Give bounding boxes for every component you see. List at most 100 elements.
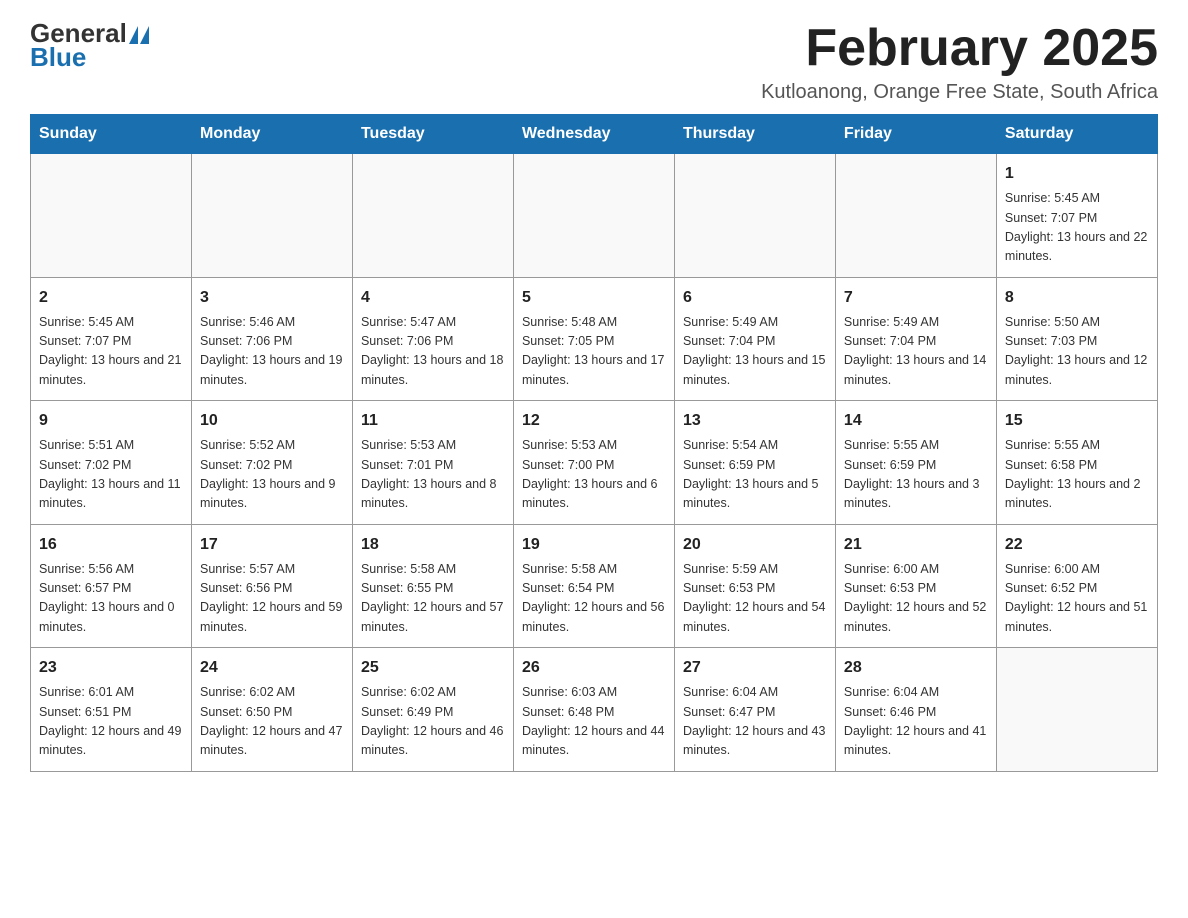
day-number: 16: [39, 533, 183, 557]
calendar-cell: 12 Sunrise: 5:53 AMSunset: 7:00 PMDayligh…: [513, 401, 674, 525]
day-info: Sunrise: 5:45 AMSunset: 7:07 PMDaylight:…: [39, 313, 183, 391]
calendar-body: 1 Sunrise: 5:45 AMSunset: 7:07 PMDaylight…: [31, 154, 1158, 772]
calendar-header: Sunday Monday Tuesday Wednesday Thursday…: [31, 115, 1158, 154]
day-info: Sunrise: 6:03 AMSunset: 6:48 PMDaylight:…: [522, 683, 666, 761]
month-title: February 2025: [761, 20, 1158, 77]
day-info: Sunrise: 6:02 AMSunset: 6:49 PMDaylight:…: [361, 683, 505, 761]
day-info: Sunrise: 5:58 AMSunset: 6:55 PMDaylight:…: [361, 560, 505, 638]
calendar-cell: 28 Sunrise: 6:04 AMSunset: 6:46 PMDayligh…: [835, 648, 996, 772]
calendar-cell: 24Sunrise: 6:02 AMSunset: 6:50 PMDayligh…: [191, 648, 352, 772]
calendar-cell: [996, 648, 1157, 772]
day-info: Sunrise: 5:57 AMSunset: 6:56 PMDaylight:…: [200, 560, 344, 638]
title-area: February 2025 Kutloanong, Orange Free St…: [761, 20, 1158, 104]
calendar-cell: 27 Sunrise: 6:04 AMSunset: 6:47 PMDayligh…: [674, 648, 835, 772]
day-info: Sunrise: 6:04 AMSunset: 6:47 PMDaylight:…: [683, 683, 827, 761]
day-info: Sunrise: 5:47 AMSunset: 7:06 PMDaylight:…: [361, 313, 505, 391]
calendar-cell: 16 Sunrise: 5:56 AMSunset: 6:57 PMDayligh…: [31, 524, 192, 648]
day-number: 6: [683, 286, 827, 310]
calendar-cell: 15 Sunrise: 5:55 AMSunset: 6:58 PMDayligh…: [996, 401, 1157, 525]
calendar-cell: 23 Sunrise: 6:01 AMSunset: 6:51 PMDayligh…: [31, 648, 192, 772]
day-info: Sunrise: 6:00 AMSunset: 6:53 PMDaylight:…: [844, 560, 988, 638]
day-number: 26: [522, 656, 666, 680]
day-info: Sunrise: 5:59 AMSunset: 6:53 PMDaylight:…: [683, 560, 827, 638]
day-number: 9: [39, 409, 183, 433]
day-number: 2: [39, 286, 183, 310]
calendar-cell: [674, 154, 835, 278]
day-number: 19: [522, 533, 666, 557]
day-number: 12: [522, 409, 666, 433]
calendar-cell: 14Sunrise: 5:55 AMSunset: 6:59 PMDayligh…: [835, 401, 996, 525]
day-info: Sunrise: 5:53 AMSunset: 7:01 PMDaylight:…: [361, 436, 505, 514]
calendar-week-4: 16 Sunrise: 5:56 AMSunset: 6:57 PMDayligh…: [31, 524, 1158, 648]
calendar-cell: [191, 154, 352, 278]
header-sunday: Sunday: [31, 115, 192, 154]
day-number: 5: [522, 286, 666, 310]
day-info: Sunrise: 5:50 AMSunset: 7:03 PMDaylight:…: [1005, 313, 1149, 391]
day-info: Sunrise: 6:02 AMSunset: 6:50 PMDaylight:…: [200, 683, 344, 761]
header-thursday: Thursday: [674, 115, 835, 154]
day-number: 27: [683, 656, 827, 680]
calendar-week-3: 9 Sunrise: 5:51 AMSunset: 7:02 PMDaylight…: [31, 401, 1158, 525]
day-info: Sunrise: 5:56 AMSunset: 6:57 PMDaylight:…: [39, 560, 183, 638]
calendar-cell: 3 Sunrise: 5:46 AMSunset: 7:06 PMDaylight…: [191, 277, 352, 401]
day-number: 13: [683, 409, 827, 433]
day-info: Sunrise: 6:04 AMSunset: 6:46 PMDaylight:…: [844, 683, 988, 761]
calendar-cell: 20 Sunrise: 5:59 AMSunset: 6:53 PMDayligh…: [674, 524, 835, 648]
logo: General Blue: [30, 20, 153, 73]
day-number: 14: [844, 409, 988, 433]
calendar-cell: 21 Sunrise: 6:00 AMSunset: 6:53 PMDayligh…: [835, 524, 996, 648]
location-title: Kutloanong, Orange Free State, South Afr…: [761, 81, 1158, 104]
page-header: General Blue February 2025 Kutloanong, O…: [30, 20, 1158, 104]
calendar-cell: 13 Sunrise: 5:54 AMSunset: 6:59 PMDayligh…: [674, 401, 835, 525]
day-number: 18: [361, 533, 505, 557]
calendar-table: Sunday Monday Tuesday Wednesday Thursday…: [30, 114, 1158, 772]
header-wednesday: Wednesday: [513, 115, 674, 154]
day-number: 8: [1005, 286, 1149, 310]
calendar-cell: 25 Sunrise: 6:02 AMSunset: 6:49 PMDayligh…: [352, 648, 513, 772]
calendar-cell: 2 Sunrise: 5:45 AMSunset: 7:07 PMDaylight…: [31, 277, 192, 401]
day-info: Sunrise: 5:51 AMSunset: 7:02 PMDaylight:…: [39, 436, 183, 514]
day-number: 28: [844, 656, 988, 680]
day-number: 22: [1005, 533, 1149, 557]
day-number: 11: [361, 409, 505, 433]
day-info: Sunrise: 5:46 AMSunset: 7:06 PMDaylight:…: [200, 313, 344, 391]
day-number: 1: [1005, 162, 1149, 186]
calendar-cell: 5 Sunrise: 5:48 AMSunset: 7:05 PMDaylight…: [513, 277, 674, 401]
calendar-cell: [513, 154, 674, 278]
calendar-cell: 1Sunrise: 5:45 AMSunset: 7:07 PMDaylight…: [996, 154, 1157, 278]
calendar-cell: 17 Sunrise: 5:57 AMSunset: 6:56 PMDayligh…: [191, 524, 352, 648]
day-headers-row: Sunday Monday Tuesday Wednesday Thursday…: [31, 115, 1158, 154]
calendar-cell: 19Sunrise: 5:58 AMSunset: 6:54 PMDayligh…: [513, 524, 674, 648]
calendar-week-1: 1Sunrise: 5:45 AMSunset: 7:07 PMDaylight…: [31, 154, 1158, 278]
day-number: 17: [200, 533, 344, 557]
calendar-week-2: 2 Sunrise: 5:45 AMSunset: 7:07 PMDaylight…: [31, 277, 1158, 401]
day-info: Sunrise: 5:55 AMSunset: 6:58 PMDaylight:…: [1005, 436, 1149, 514]
calendar-week-5: 23 Sunrise: 6:01 AMSunset: 6:51 PMDayligh…: [31, 648, 1158, 772]
day-info: Sunrise: 5:48 AMSunset: 7:05 PMDaylight:…: [522, 313, 666, 391]
calendar-cell: 22 Sunrise: 6:00 AMSunset: 6:52 PMDayligh…: [996, 524, 1157, 648]
calendar-cell: 18 Sunrise: 5:58 AMSunset: 6:55 PMDayligh…: [352, 524, 513, 648]
header-friday: Friday: [835, 115, 996, 154]
day-number: 3: [200, 286, 344, 310]
calendar-cell: [352, 154, 513, 278]
day-info: Sunrise: 5:52 AMSunset: 7:02 PMDaylight:…: [200, 436, 344, 514]
day-info: Sunrise: 5:53 AMSunset: 7:00 PMDaylight:…: [522, 436, 666, 514]
day-number: 23: [39, 656, 183, 680]
day-info: Sunrise: 5:54 AMSunset: 6:59 PMDaylight:…: [683, 436, 827, 514]
day-number: 21: [844, 533, 988, 557]
calendar-cell: 7Sunrise: 5:49 AMSunset: 7:04 PMDaylight…: [835, 277, 996, 401]
header-saturday: Saturday: [996, 115, 1157, 154]
day-number: 15: [1005, 409, 1149, 433]
day-info: Sunrise: 6:00 AMSunset: 6:52 PMDaylight:…: [1005, 560, 1149, 638]
header-monday: Monday: [191, 115, 352, 154]
day-info: Sunrise: 6:01 AMSunset: 6:51 PMDaylight:…: [39, 683, 183, 761]
day-info: Sunrise: 5:49 AMSunset: 7:04 PMDaylight:…: [683, 313, 827, 391]
calendar-cell: [835, 154, 996, 278]
calendar-cell: 11 Sunrise: 5:53 AMSunset: 7:01 PMDayligh…: [352, 401, 513, 525]
day-number: 10: [200, 409, 344, 433]
day-number: 20: [683, 533, 827, 557]
calendar-cell: 26 Sunrise: 6:03 AMSunset: 6:48 PMDayligh…: [513, 648, 674, 772]
day-number: 25: [361, 656, 505, 680]
calendar-cell: 6 Sunrise: 5:49 AMSunset: 7:04 PMDaylight…: [674, 277, 835, 401]
calendar-cell: 9 Sunrise: 5:51 AMSunset: 7:02 PMDaylight…: [31, 401, 192, 525]
